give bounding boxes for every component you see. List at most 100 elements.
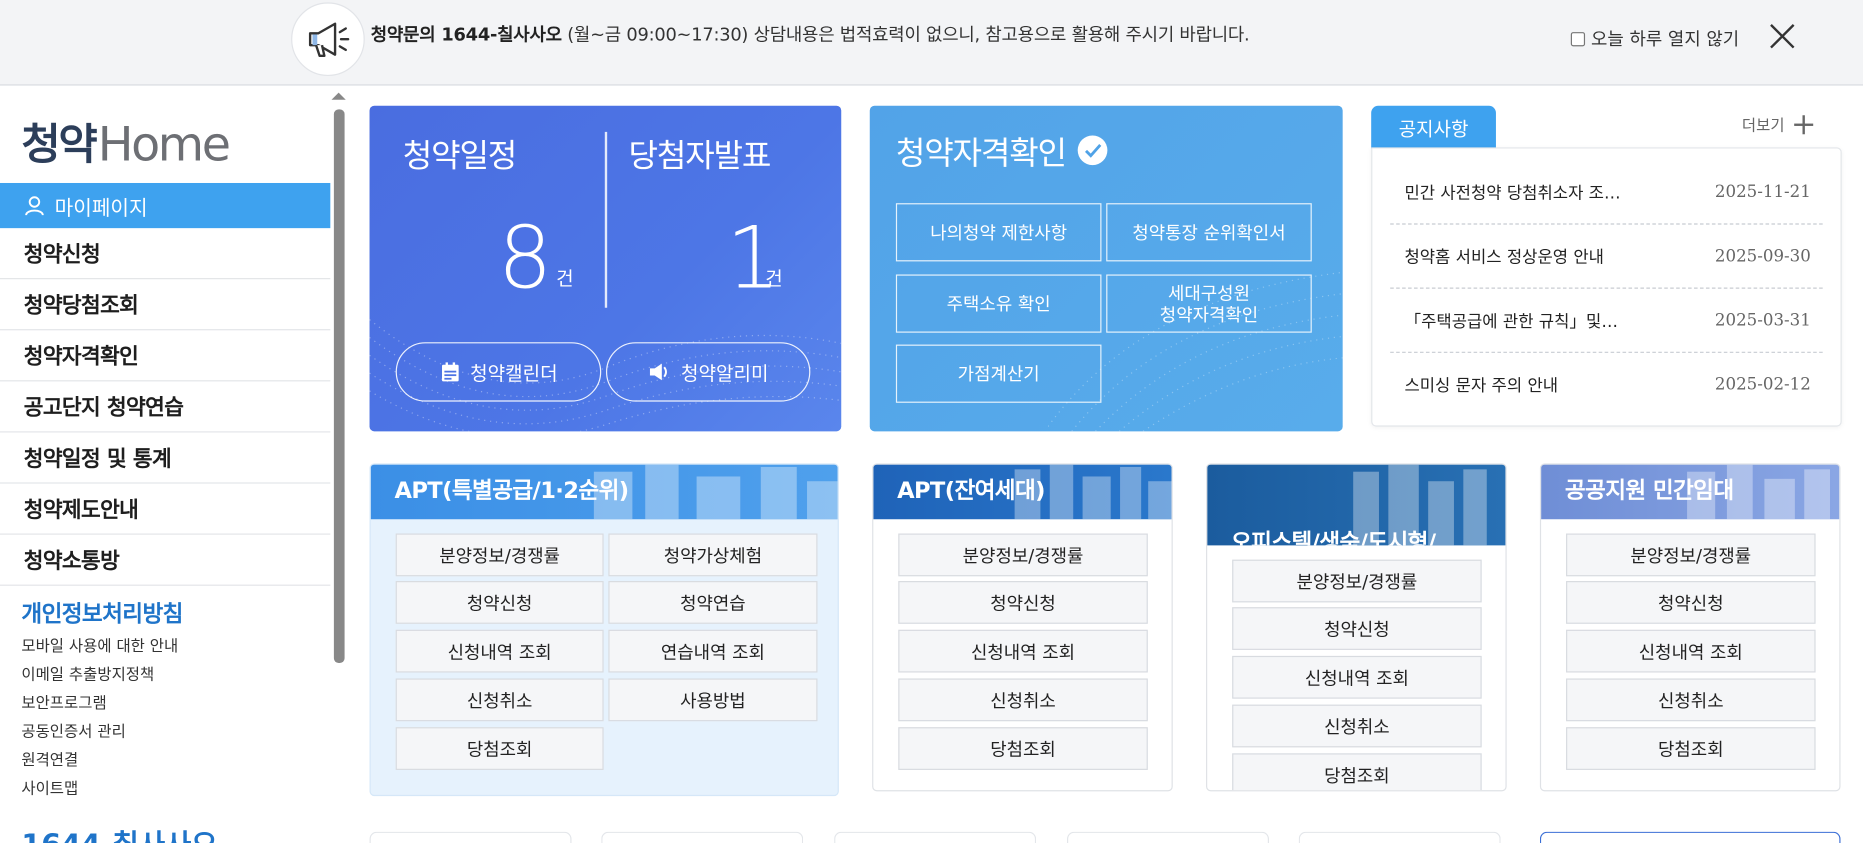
megaphone-icon [291,2,365,77]
link-email-policy[interactable]: 이메일 추출방지정책 [21,662,178,691]
notice-item[interactable]: 「주택공급에 관한 규칙」및… 2025-03-31 [1390,289,1823,353]
notice-item[interactable]: 청약홈 서비스 정상운영 안내 2025-09-30 [1390,225,1823,289]
privacy-policy-link[interactable]: 개인정보처리방침 [21,596,183,628]
link-sitemap[interactable]: 사이트맵 [21,776,178,805]
apply-button[interactable]: 청약신청 [1566,581,1816,624]
sale-info-button[interactable]: 분양정보/경쟁률 [395,533,604,577]
winner-lookup-button[interactable]: 당첨조회 [1566,727,1816,770]
mypage-label: 마이페이지 [54,196,148,221]
user-icon [25,196,44,216]
application-history-button[interactable]: 신청내역 조회 [1566,629,1816,673]
practice-history-button[interactable]: 연습내역 조회 [608,629,818,673]
category-header[interactable]: APT(잔여세대) [873,464,1172,520]
sale-info-button[interactable]: 분양정보/경쟁률 [1232,559,1482,603]
cancel-application-button[interactable]: 신청취소 [395,678,604,722]
link-certificate[interactable]: 공동인증서 관리 [21,719,178,748]
scroll-up-arrow-icon[interactable] [331,92,346,100]
close-icon[interactable] [1767,21,1798,52]
apply-button[interactable]: 청약신청 [898,581,1148,624]
sidebar-item-schedule-stats[interactable]: 청약일정 및 통계 [0,433,331,484]
virtual-experience-button[interactable]: 청약가상체험 [608,533,818,577]
application-history-button[interactable]: 신청내역 조회 [395,629,604,673]
category-title: APT(특별공급/1·2순위) [394,477,629,504]
sidebar-item-system-guide[interactable]: 청약제도안내 [0,484,331,535]
speaker-icon [650,363,668,381]
schedule-card: 청약일정 당첨자발표 8 건 1 건 청약캘린더 청약알리미 [369,105,842,432]
sidebar-item-communication[interactable]: 청약소통방 [0,535,331,586]
application-history-button[interactable]: 신청내역 조회 [1232,655,1482,699]
bottom-card[interactable] [1067,831,1269,843]
link-mobile-guide[interactable]: 모바일 사용에 대한 안내 [21,633,178,662]
household-qualification-button[interactable]: 세대구성원 청약자격확인 [1106,274,1312,333]
winner-announce-title[interactable]: 당첨자발표 [629,130,772,176]
apply-button[interactable]: 청약신청 [395,581,604,624]
category-title: APT(잔여세대) [897,477,1045,504]
notice-date: 2025-11-21 [1714,182,1811,202]
application-history-button[interactable]: 신청내역 조회 [898,629,1148,673]
notice-date: 2025-02-12 [1714,375,1811,395]
apply-button[interactable]: 청약신청 [1232,607,1482,650]
notice-item[interactable]: 민간 사전청약 당첨취소자 조… 2025-11-21 [1390,160,1823,225]
link-remote[interactable]: 원격연결 [21,747,178,776]
category-public-rental: 공공지원 민간임대 분양정보/경쟁률 청약신청 신청내역 조회 신청취소 당첨조… [1539,463,1841,792]
schedule-count[interactable]: 8 [498,215,552,301]
bottom-card[interactable] [1539,831,1841,843]
dont-show-today-option[interactable]: 오늘 하루 열지 않기 [1570,26,1740,51]
category-header[interactable]: 오피스텔/생숙/도시형/ 민간임대 [1207,464,1506,546]
more-label: 더보기 [1741,117,1785,136]
page: 청약문의 1644-칠사사오 (월~금 09:00~17:30) 상담내용은 법… [0,0,1863,843]
dont-show-today-label: 오늘 하루 열지 않기 [1590,28,1740,50]
winner-lookup-button[interactable]: 당첨조회 [898,727,1148,770]
calendar-button[interactable]: 청약캘린더 [395,342,602,402]
more-link[interactable]: 더보기 [1741,113,1814,136]
scrollbar-thumb[interactable] [333,109,345,664]
sidebar-item-winner-lookup[interactable]: 청약당첨조회 [0,279,331,331]
check-circle-icon [1077,135,1108,166]
house-ownership-button[interactable]: 주택소유 확인 [895,274,1102,333]
qualification-title[interactable]: 청약자격확인 [896,127,1108,173]
sidebar-item-apply[interactable]: 청약신청 [0,228,331,280]
notice-text: 청약문의 1644-칠사사오 (월~금 09:00~17:30) 상담내용은 법… [371,21,1250,46]
category-officetel: 오피스텔/생숙/도시형/ 민간임대 분양정보/경쟁률 청약신청 신청내역 조회 … [1206,463,1507,792]
cancel-application-button[interactable]: 신청취소 [1232,704,1482,748]
qualification-card: 청약자격확인 나의청약 제한사항 청약통장 순위확인서 주택소유 확인 세대구성… [869,105,1343,432]
sale-info-button[interactable]: 분양정보/경쟁률 [1566,533,1816,577]
cancel-application-button[interactable]: 신청취소 [898,678,1148,722]
category-header[interactable]: 공공지원 민간임대 [1541,464,1840,520]
alert-button[interactable]: 청약알리미 [605,342,811,402]
logo-latin: Home [97,117,231,173]
points-calculator-button[interactable]: 가점계산기 [895,344,1102,403]
inquiry-hours: (월~금 09:00~17:30) [567,23,749,46]
bottom-card[interactable] [1298,831,1501,843]
divider [604,131,608,308]
sidebar-item-qualification[interactable]: 청약자격확인 [0,330,331,382]
dont-show-today-checkbox[interactable] [1570,31,1586,46]
bottom-card[interactable] [369,831,572,843]
footer-links: 모바일 사용에 대한 안내 이메일 추출방지정책 보안프로그램 공동인증서 관리… [21,633,178,804]
cancel-application-button[interactable]: 신청취소 [1566,678,1816,722]
notice-message: 상담내용은 법적효력이 없으니, 참고용으로 활용해 주시기 바랍니다. [753,23,1250,46]
tab-notices[interactable]: 공지사항 [1371,105,1496,149]
bottom-card[interactable] [834,831,1037,843]
bottom-card[interactable] [601,831,804,843]
alert-button-label: 청약알리미 [681,362,769,385]
winner-lookup-button[interactable]: 당첨조회 [395,727,604,770]
how-to-use-button[interactable]: 사용방법 [608,678,818,722]
schedule-title[interactable]: 청약일정 [403,130,518,176]
top-notice-bar: 청약문의 1644-칠사사오 (월~금 09:00~17:30) 상담내용은 법… [0,0,1863,86]
notice-title: 스미싱 문자 주의 안내 [1404,376,1559,396]
winner-lookup-button[interactable]: 당첨조회 [1232,753,1482,791]
sidebar-item-practice[interactable]: 공고단지 청약연습 [0,381,331,433]
calendar-button-label: 청약캘린더 [470,362,558,385]
link-security-program[interactable]: 보안프로그램 [21,690,178,719]
notice-item[interactable]: 스미싱 문자 주의 안내 2025-02-12 [1390,353,1823,417]
account-rank-button[interactable]: 청약통장 순위확인서 [1106,203,1312,262]
category-header[interactable]: APT(특별공급/1·2순위) [370,464,838,520]
my-restrictions-button[interactable]: 나의청약 제한사항 [895,203,1102,262]
notice-list: 민간 사전청약 당첨취소자 조… 2025-11-21 청약홈 서비스 정상운영… [1371,147,1842,427]
sale-info-button[interactable]: 분양정보/경쟁률 [898,533,1148,577]
sidebar-menu: 청약신청 청약당첨조회 청약자격확인 공고단지 청약연습 청약일정 및 통계 청… [0,228,331,586]
logo[interactable]: 청약 Home [21,117,231,173]
practice-button[interactable]: 청약연습 [608,581,818,624]
mypage-button[interactable]: 마이페이지 [0,182,331,229]
